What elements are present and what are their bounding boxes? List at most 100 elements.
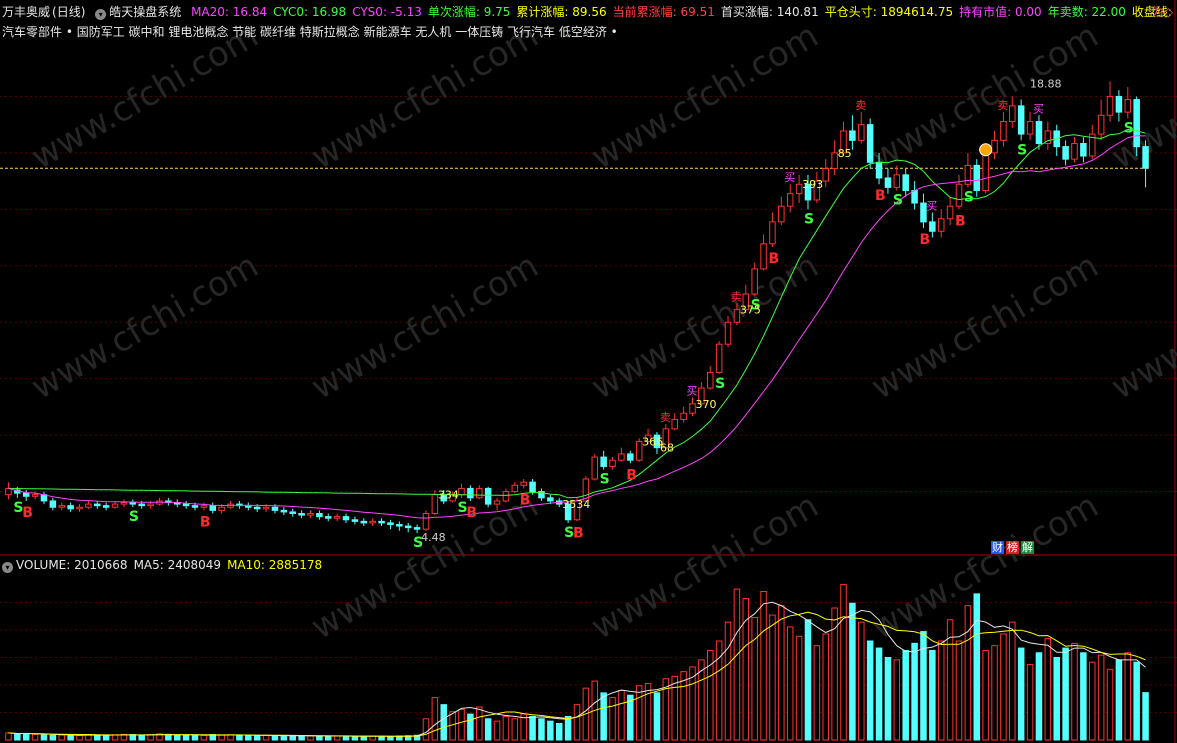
candle-body <box>689 403 696 414</box>
volume-bar <box>831 607 838 741</box>
volume-bar <box>1017 647 1025 741</box>
candle-body <box>973 164 981 192</box>
volume-bar <box>138 734 145 741</box>
candle-body <box>502 491 510 502</box>
candle-body <box>795 183 803 195</box>
sell-signal: S <box>1124 120 1134 136</box>
chevron-down-icon[interactable]: ▾ <box>95 9 107 20</box>
badge-cai[interactable]: 财 <box>991 541 1004 554</box>
right-marks[interactable]: 为◇ <box>1152 3 1173 20</box>
candle-body <box>831 152 838 170</box>
volume-bar <box>804 619 812 741</box>
price-annotation: 393 <box>802 178 823 191</box>
watermark: www.cfchi.com <box>1105 246 1177 408</box>
volume-bar <box>1142 692 1149 741</box>
sell-mark: 卖 <box>731 290 742 303</box>
watermark: www.cfchi.com <box>25 246 266 408</box>
badge-jie[interactable]: 解 <box>1021 541 1034 554</box>
buy-signal: B <box>573 525 584 541</box>
candle-body <box>609 459 616 467</box>
volume-bar <box>937 640 945 741</box>
candle-body <box>1115 95 1123 113</box>
volume-bar <box>76 734 83 741</box>
volume-bar <box>502 715 510 741</box>
candle-body <box>635 440 643 461</box>
volume-bar <box>1089 661 1096 741</box>
system-name[interactable]: 皓天操盘系统 <box>109 3 181 20</box>
candle-body <box>937 218 945 232</box>
volume-bar <box>449 711 456 741</box>
sell-signal: S <box>129 509 139 525</box>
volume-bar <box>644 682 652 741</box>
low-price-label: 4.48 <box>421 531 446 544</box>
candle-body <box>911 190 918 204</box>
volume-bar <box>1000 633 1007 741</box>
stock-name[interactable]: 万丰奥威 <box>2 3 50 20</box>
candle-body <box>822 168 829 182</box>
candle-body <box>333 516 341 519</box>
candle-body <box>1026 121 1034 135</box>
volume-bar <box>769 614 776 741</box>
candle-body <box>786 193 794 207</box>
volume-bar <box>982 649 989 741</box>
volume-bar <box>1080 652 1087 741</box>
indicator-value: 单次涨幅: 9.75 <box>427 5 511 19</box>
badge-bang[interactable]: 榜 <box>1006 541 1019 554</box>
candle-body <box>31 494 39 497</box>
volume-bar <box>893 659 901 741</box>
candle-body <box>1017 105 1025 135</box>
volume-bar <box>600 692 607 741</box>
watermark: www.cfchi.com <box>585 246 826 408</box>
candle-body <box>94 503 101 507</box>
volume-bar <box>1053 657 1060 741</box>
indicator-value: 持有市值: 0.00 <box>959 5 1042 19</box>
volume-bar <box>822 633 829 741</box>
volume-bar <box>191 735 199 741</box>
candle-body <box>707 371 714 389</box>
volume-bar <box>511 718 519 741</box>
volume-bar <box>173 734 181 741</box>
sell-signal: S <box>564 525 574 541</box>
volume-bar <box>866 640 874 741</box>
candle-body <box>760 243 767 270</box>
sell-signal: S <box>1017 142 1027 158</box>
volume-bar <box>1133 661 1140 741</box>
sell-signal: S <box>715 376 725 392</box>
volume-bar <box>858 621 865 741</box>
candle-body <box>982 152 989 192</box>
volume-bar <box>547 720 554 741</box>
buy-mark: 买 <box>926 199 937 212</box>
buy-signal: B <box>22 505 33 521</box>
indicator-value: CYS0: -5.13 <box>352 5 422 19</box>
volume-bar <box>1115 659 1123 741</box>
sell-signal: S <box>413 535 423 551</box>
volume-bar <box>929 649 936 741</box>
volume-bar <box>733 588 741 741</box>
volume-bar <box>49 734 57 741</box>
candle-body <box>733 309 741 323</box>
candle-body <box>751 268 758 295</box>
high-price-label: 18.88 <box>1030 77 1062 90</box>
volume-bar <box>253 735 261 741</box>
volume-bar <box>964 605 972 741</box>
buy-signal: B <box>466 505 477 521</box>
kline-chart[interactable]: www.cfchi.com www.cfchi.com www.cfchi.com w… <box>0 0 1177 743</box>
period-label[interactable]: (日线) <box>52 3 85 20</box>
candle-body <box>360 520 368 524</box>
chevron-down-icon[interactable]: ▾ <box>2 562 13 573</box>
candle-body <box>1071 142 1078 160</box>
volume-bar <box>227 734 234 741</box>
concept-bar[interactable]: 汽车零部件 • 国防军工 碳中和 锂电池概念 节能 碳纤维 特斯拉概念 新能源车… <box>2 23 1177 41</box>
volume-bar <box>724 621 732 741</box>
volume-bar <box>58 734 65 741</box>
candle-body <box>209 505 217 511</box>
volume-bar <box>440 704 447 741</box>
candle-body <box>671 418 678 430</box>
candle-body <box>1106 95 1114 116</box>
volume-bar <box>653 692 661 741</box>
candle-body <box>218 506 225 511</box>
candle-body <box>529 481 536 493</box>
volume-bar <box>778 605 785 741</box>
candle-body <box>1097 114 1105 135</box>
candle-body <box>22 492 30 497</box>
